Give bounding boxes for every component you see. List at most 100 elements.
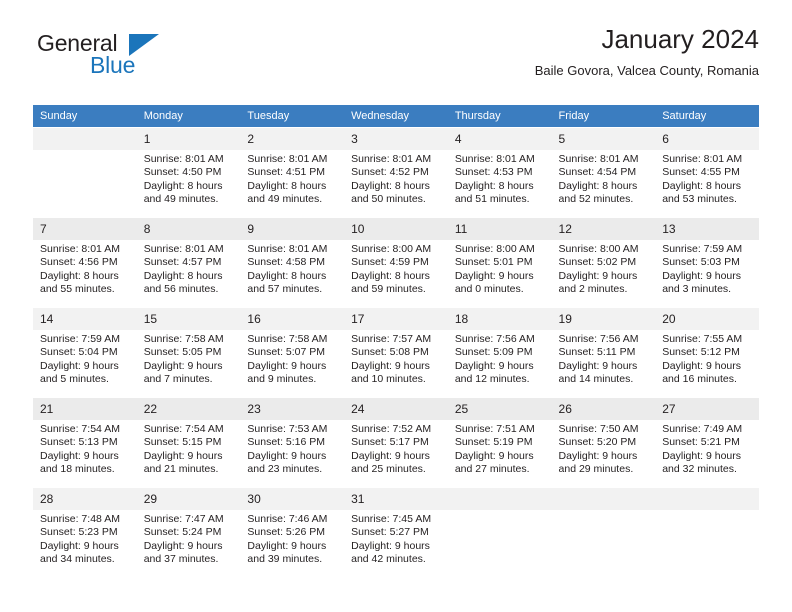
daylight-text-line2: and 9 minutes. — [247, 373, 317, 386]
calendar-cell[interactable]: 29 Sunrise: 7:47 AM Sunset: 5:24 PM Dayligh… — [136, 487, 241, 577]
daylight-text-line2: and 34 minutes. — [40, 553, 115, 566]
sunrise-text: Sunrise: 7:59 AM — [662, 243, 743, 255]
calendar-cell[interactable]: 23 Sunrise: 7:53 AM Sunset: 5:16 PM Dayligh… — [240, 397, 345, 487]
daylight-text-line2: and 3 minutes. — [662, 283, 732, 296]
title-block: January 2024 Baile Govora, Valcea County… — [535, 22, 759, 81]
day-number: 28 — [33, 488, 137, 510]
day-details: Sunrise: 8:01 AM Sunset: 4:50 PM Daylight:… — [137, 150, 241, 207]
sunrise-text: Sunrise: 7:51 AM — [454, 423, 535, 435]
daylight-text-line2: and 23 minutes. — [247, 463, 323, 476]
day-details: Sunrise: 8:01 AM Sunset: 4:52 PM Daylight:… — [344, 150, 448, 207]
day-number: 22 — [136, 398, 241, 420]
sunset-text: Sunset: 5:03 PM — [662, 256, 740, 269]
daylight-text-line2: and 12 minutes. — [454, 373, 530, 386]
daylight-text-line1: Daylight: 8 hours — [351, 269, 430, 282]
calendar-cell[interactable]: 18 Sunrise: 7:56 AM Sunset: 5:09 PM Dayligh… — [447, 307, 552, 397]
calendar-cell[interactable]: 5 Sunrise: 8:01 AM Sunset: 4:54 PM Daylight… — [551, 127, 656, 217]
calendar-cell[interactable]: 20 Sunrise: 7:55 AM Sunset: 5:12 PM Dayligh… — [655, 307, 759, 397]
daylight-text-line1: Daylight: 9 hours — [247, 449, 327, 462]
sunset-text: Sunset: 5:09 PM — [454, 346, 533, 359]
day-details: Sunrise: 8:00 AM Sunset: 4:59 PM Daylight:… — [344, 240, 448, 297]
calendar-cell[interactable] — [551, 487, 656, 577]
day-details: Sunrise: 8:00 AM Sunset: 5:02 PM Daylight:… — [552, 240, 656, 297]
calendar-cell[interactable]: 11 Sunrise: 8:00 AM Sunset: 5:01 PM Dayligh… — [447, 217, 552, 307]
daylight-text-line2: and 21 minutes. — [143, 463, 219, 476]
sunset-text: Sunset: 4:59 PM — [351, 256, 429, 269]
sunrise-text: Sunrise: 7:53 AM — [247, 423, 328, 435]
daylight-text-line1: Daylight: 9 hours — [40, 359, 119, 372]
sunrise-text: Sunrise: 7:57 AM — [351, 333, 432, 345]
sunrise-text: Sunrise: 8:00 AM — [454, 243, 535, 255]
day-details: Sunrise: 8:01 AM Sunset: 4:56 PM Daylight:… — [33, 240, 137, 297]
calendar-cell[interactable]: 1 Sunrise: 8:01 AM Sunset: 4:50 PM Daylight… — [136, 127, 241, 217]
day-number: 31 — [344, 488, 448, 510]
weekday-header-wednesday: Wednesday — [344, 105, 448, 127]
calendar-cell[interactable]: 7 Sunrise: 8:01 AM Sunset: 4:56 PM Daylight… — [33, 217, 137, 307]
calendar-cell[interactable]: 16 Sunrise: 7:58 AM Sunset: 5:07 PM Dayligh… — [240, 307, 345, 397]
daylight-text-line1: Daylight: 9 hours — [40, 539, 119, 552]
calendar-cell[interactable]: 28 Sunrise: 7:48 AM Sunset: 5:23 PM Dayligh… — [33, 487, 137, 577]
calendar-cell[interactable] — [33, 127, 137, 217]
calendar-week-2: 7 Sunrise: 8:01 AM Sunset: 4:56 PM Daylight… — [33, 217, 759, 307]
sunrise-text: Sunrise: 8:01 AM — [143, 243, 224, 255]
daylight-text-line1: Daylight: 8 hours — [454, 179, 534, 192]
calendar-cell[interactable]: 17 Sunrise: 7:57 AM Sunset: 5:08 PM Dayligh… — [344, 307, 448, 397]
calendar-cell[interactable]: 9 Sunrise: 8:01 AM Sunset: 4:58 PM Daylight… — [240, 217, 345, 307]
calendar-cell[interactable]: 14 Sunrise: 7:59 AM Sunset: 5:04 PM Dayligh… — [33, 307, 137, 397]
calendar-cell[interactable]: 30 Sunrise: 7:46 AM Sunset: 5:26 PM Dayligh… — [240, 487, 345, 577]
sunset-text: Sunset: 4:57 PM — [143, 256, 222, 269]
day-number: 4 — [447, 128, 552, 150]
day-details: Sunrise: 7:48 AM Sunset: 5:23 PM Daylight:… — [33, 510, 137, 567]
day-details: Sunrise: 7:50 AM Sunset: 5:20 PM Daylight:… — [552, 420, 656, 477]
calendar-cell[interactable]: 21 Sunrise: 7:54 AM Sunset: 5:13 PM Dayligh… — [33, 397, 137, 487]
day-number: 18 — [447, 308, 552, 330]
sunset-text: Sunset: 4:51 PM — [247, 166, 326, 179]
sunset-text: Sunset: 5:23 PM — [40, 526, 118, 539]
calendar-cell[interactable]: 13 Sunrise: 7:59 AM Sunset: 5:03 PM Dayligh… — [655, 217, 759, 307]
calendar-cell[interactable]: 26 Sunrise: 7:50 AM Sunset: 5:20 PM Dayligh… — [551, 397, 656, 487]
calendar-cell[interactable]: 4 Sunrise: 8:01 AM Sunset: 4:53 PM Daylight… — [447, 127, 552, 217]
calendar-cell[interactable]: 25 Sunrise: 7:51 AM Sunset: 5:19 PM Dayligh… — [447, 397, 552, 487]
sunset-text: Sunset: 5:17 PM — [351, 436, 429, 449]
day-number: 25 — [447, 398, 552, 420]
day-details: Sunrise: 7:47 AM Sunset: 5:24 PM Daylight:… — [137, 510, 241, 567]
calendar-cell[interactable]: 19 Sunrise: 7:56 AM Sunset: 5:11 PM Dayligh… — [551, 307, 656, 397]
daylight-text-line2: and 51 minutes. — [454, 193, 530, 206]
daylight-text-line1: Daylight: 8 hours — [143, 269, 223, 282]
sunset-text: Sunset: 4:52 PM — [351, 166, 429, 179]
day-number: 26 — [551, 398, 656, 420]
calendar-week-1: 1 Sunrise: 8:01 AM Sunset: 4:50 PM Daylight… — [33, 127, 759, 217]
sunset-text: Sunset: 5:08 PM — [351, 346, 429, 359]
day-number: 3 — [344, 128, 448, 150]
daylight-text-line1: Daylight: 9 hours — [143, 359, 223, 372]
daylight-text-line2: and 29 minutes. — [558, 463, 634, 476]
logo-general-blue[interactable]: General Blue — [33, 30, 233, 86]
day-details: Sunrise: 8:01 AM Sunset: 4:54 PM Daylight:… — [552, 150, 656, 207]
calendar-cell[interactable]: 3 Sunrise: 8:01 AM Sunset: 4:52 PM Daylight… — [344, 127, 448, 217]
day-details: Sunrise: 7:57 AM Sunset: 5:08 PM Daylight:… — [344, 330, 448, 387]
calendar-week-3: 14 Sunrise: 7:59 AM Sunset: 5:04 PM Dayligh… — [33, 307, 759, 397]
calendar-cell[interactable]: 22 Sunrise: 7:54 AM Sunset: 5:15 PM Dayligh… — [136, 397, 241, 487]
sunrise-text: Sunrise: 8:01 AM — [247, 153, 328, 165]
calendar-cell[interactable]: 15 Sunrise: 7:58 AM Sunset: 5:05 PM Dayligh… — [136, 307, 241, 397]
calendar-cell[interactable]: 10 Sunrise: 8:00 AM Sunset: 4:59 PM Dayligh… — [344, 217, 448, 307]
daylight-text-line2: and 2 minutes. — [558, 283, 628, 296]
calendar-cell[interactable] — [447, 487, 552, 577]
calendar-cell[interactable]: 31 Sunrise: 7:45 AM Sunset: 5:27 PM Dayligh… — [344, 487, 448, 577]
daylight-text-line1: Daylight: 9 hours — [662, 449, 742, 462]
sunrise-text: Sunrise: 7:54 AM — [40, 423, 120, 435]
calendar-cell[interactable]: 6 Sunrise: 8:01 AM Sunset: 4:55 PM Daylight… — [655, 127, 759, 217]
daylight-text-line1: Daylight: 9 hours — [454, 269, 534, 282]
day-number — [551, 488, 656, 510]
calendar-cell[interactable]: 2 Sunrise: 8:01 AM Sunset: 4:51 PM Daylight… — [240, 127, 345, 217]
calendar-cell[interactable]: 24 Sunrise: 7:52 AM Sunset: 5:17 PM Dayligh… — [344, 397, 448, 487]
weekday-header-friday: Friday — [551, 105, 656, 127]
sunset-text: Sunset: 5:01 PM — [454, 256, 533, 269]
calendar-cell[interactable]: 12 Sunrise: 8:00 AM Sunset: 5:02 PM Dayligh… — [551, 217, 656, 307]
day-number: 23 — [240, 398, 345, 420]
calendar-cell[interactable]: 27 Sunrise: 7:49 AM Sunset: 5:21 PM Dayligh… — [655, 397, 759, 487]
sunset-text: Sunset: 5:27 PM — [351, 526, 429, 539]
day-details: Sunrise: 7:51 AM Sunset: 5:19 PM Daylight:… — [448, 420, 552, 477]
calendar-cell[interactable] — [655, 487, 759, 577]
calendar-cell[interactable]: 8 Sunrise: 8:01 AM Sunset: 4:57 PM Daylight… — [136, 217, 241, 307]
